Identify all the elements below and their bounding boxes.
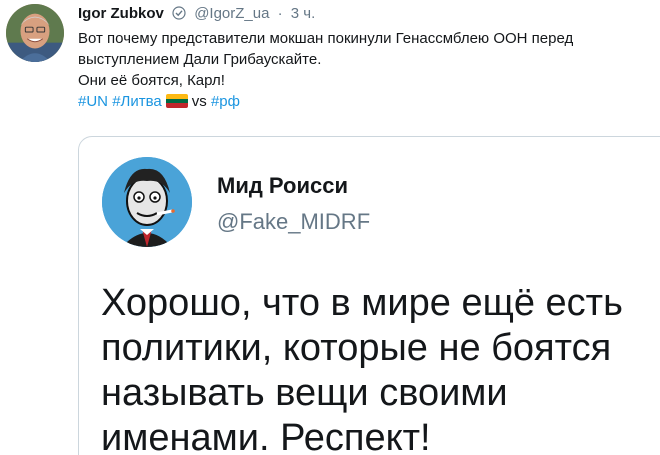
tweet-text-line: Вот почему представители мокшан покинули… xyxy=(78,30,574,47)
tweet-hashtags: #UN #Литва vs #рф xyxy=(78,91,653,112)
author-avatar-image xyxy=(6,4,64,62)
quoted-author-handle[interactable]: @Fake_MIDRF xyxy=(217,209,370,235)
tweet-text-line: выступлением Дали Грибаускайте. xyxy=(78,51,322,68)
author-name[interactable]: Igor Zubkov xyxy=(78,5,164,22)
tweet[interactable]: Igor Zubkov @IgorZ_ua · 3 ч. Вот почему … xyxy=(0,0,660,455)
separator-dot: · xyxy=(277,5,283,22)
vs-text: vs xyxy=(191,93,207,110)
lithuania-flag-icon xyxy=(165,94,188,108)
tweet-text-line: Они её боятся, Карл! xyxy=(78,72,225,89)
verified-badge-icon xyxy=(172,6,186,26)
quoted-avatar-image xyxy=(102,157,192,247)
hashtag-lithuania[interactable]: #Литва xyxy=(112,93,162,110)
tweet-header: Igor Zubkov @IgorZ_ua · 3 ч. xyxy=(78,4,315,26)
author-avatar[interactable] xyxy=(6,4,64,62)
author-handle[interactable]: @IgorZ_ua xyxy=(194,5,269,22)
hashtag-un[interactable]: #UN xyxy=(78,93,108,110)
tweet-text: Вот почему представители мокшан покинули… xyxy=(78,28,653,112)
quoted-tweet-text: Хорошо, что в мире ещё есть политики, ко… xyxy=(101,282,623,455)
tweet-timestamp[interactable]: 3 ч. xyxy=(291,5,316,22)
quoted-tweet-card[interactable]: Мид Роисси @Fake_MIDRF Хорошо, что в мир… xyxy=(78,136,660,455)
hashtag-rf[interactable]: #рф xyxy=(211,93,240,110)
quoted-author-name[interactable]: Мид Роисси xyxy=(217,173,348,199)
quoted-avatar[interactable] xyxy=(102,157,192,247)
